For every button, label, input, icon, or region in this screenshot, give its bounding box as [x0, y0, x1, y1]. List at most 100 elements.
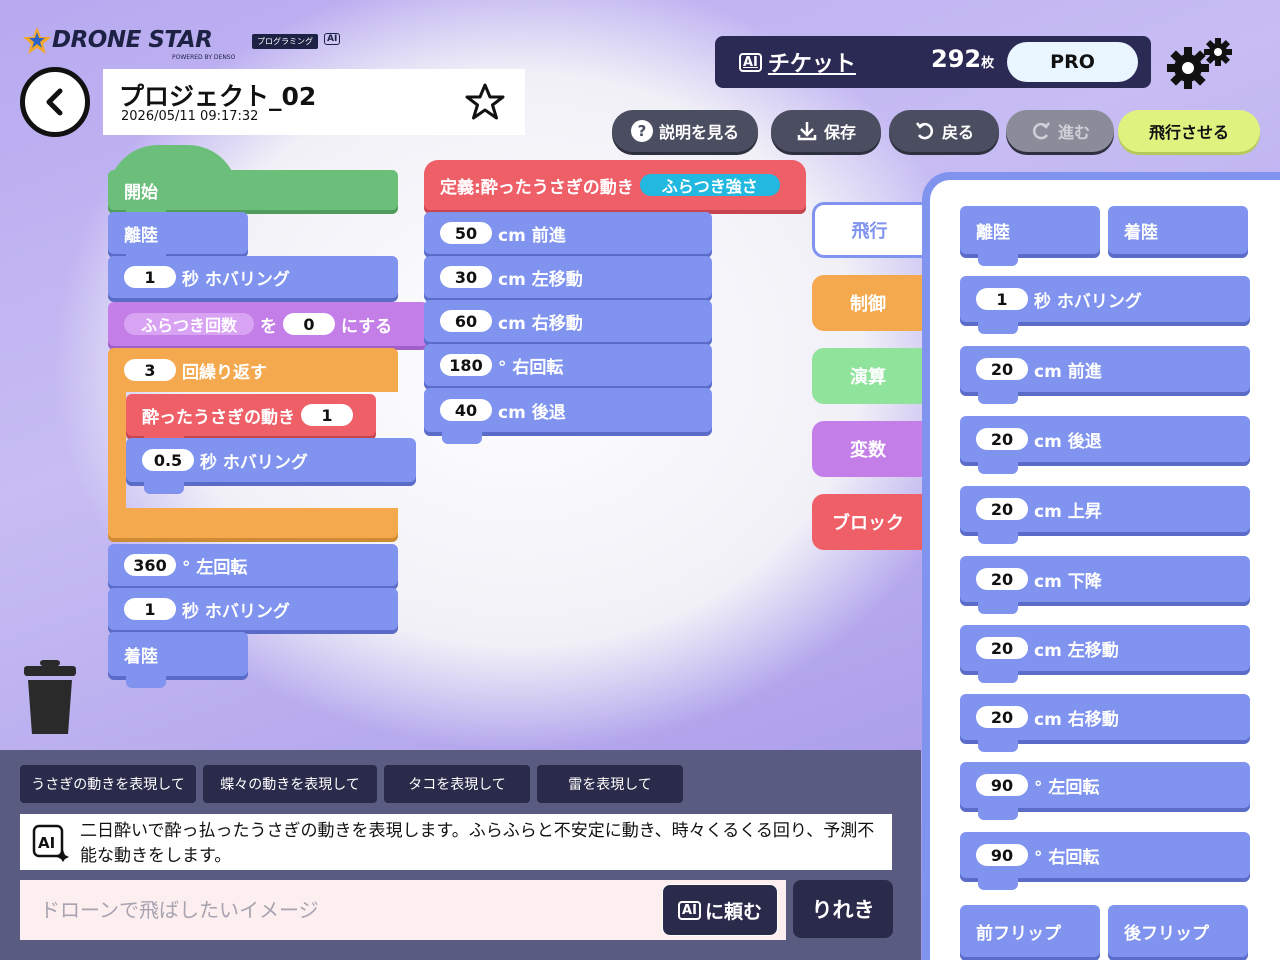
palette-value-input[interactable]: 20	[976, 428, 1028, 450]
ai-suggestion-chip[interactable]: うさぎの動きを表現して	[20, 765, 196, 803]
fly-button[interactable]: 飛行させる	[1118, 110, 1260, 152]
back-button[interactable]	[20, 67, 90, 137]
hover-2-value-input[interactable]: 1	[124, 598, 176, 620]
palette-label: cm 左移動	[1034, 640, 1119, 661]
palette-back-flip-block[interactable]: 後フリップ	[1108, 905, 1248, 957]
turn-left-block[interactable]: 360 ° 左回転	[108, 544, 398, 586]
variable-dropdown[interactable]: ふらつき回数	[124, 313, 254, 335]
turn-left-value-input[interactable]: 360	[124, 554, 176, 576]
takeoff-block[interactable]: 離陸	[108, 212, 248, 266]
takeoff-label: 離陸	[124, 225, 158, 246]
turn-left-label: ° 左回転	[182, 557, 248, 578]
category-tab-control[interactable]: 制御	[812, 275, 924, 331]
palette-value-input[interactable]: 20	[976, 358, 1028, 380]
forward-block[interactable]: 50 cm 前進	[424, 212, 712, 254]
help-button[interactable]: ? 説明を見る	[612, 110, 758, 152]
help-label: 説明を見る	[658, 123, 739, 142]
palette-down-block[interactable]: 20 cm 下降	[960, 556, 1250, 614]
land-block[interactable]: 着陸	[108, 632, 248, 688]
palette-move-left-block[interactable]: 20 cm 左移動	[960, 625, 1250, 683]
project-name[interactable]: プロジェクト_02	[119, 77, 316, 113]
palette-value-input[interactable]: 90	[976, 844, 1028, 866]
land-label: 着陸	[124, 646, 158, 667]
function-param[interactable]: ふらつき強さ	[639, 174, 780, 196]
category-tab-variables[interactable]: 変数	[812, 421, 924, 477]
hover-block[interactable]: 1 秒 ホバリング	[108, 256, 398, 298]
logo-text: DRONE STAR	[52, 27, 213, 53]
ai-suggestion-chip[interactable]: タコを表現して	[384, 765, 530, 803]
undo-button[interactable]: 戻る	[889, 110, 999, 152]
hover-block-2[interactable]: 1 秒 ホバリング	[108, 588, 398, 630]
forward-value-input[interactable]: 50	[440, 222, 492, 244]
palette-value-input[interactable]: 20	[976, 498, 1028, 520]
start-block[interactable]: 開始	[108, 170, 398, 222]
ask-ai-label: に頼む	[704, 900, 762, 923]
palette-front-flip-block[interactable]: 前フリップ	[960, 905, 1100, 957]
palette-value-input[interactable]: 90	[976, 774, 1028, 796]
turn-right-label: ° 右回転	[498, 357, 564, 378]
category-tab-flight[interactable]: 飛行	[812, 202, 924, 258]
repeat-count-input[interactable]: 3	[124, 359, 176, 381]
move-right-value-input[interactable]: 60	[440, 310, 492, 332]
hover-2-label: 秒 ホバリング	[182, 601, 290, 622]
redo-icon	[1032, 122, 1050, 140]
palette-land-label: 着陸	[1124, 222, 1158, 243]
palette-label: cm 前進	[1034, 361, 1102, 382]
palette-move-right-block[interactable]: 20 cm 右移動	[960, 694, 1250, 752]
palette-takeoff-label: 離陸	[976, 222, 1010, 243]
palette-value-input[interactable]: 20	[976, 637, 1028, 659]
ai-message-text: 二日酔いで酔っ払ったうさぎの動きを表現します。ふらふらと不安定に動き、時々くるく…	[80, 821, 875, 866]
pro-plan-button[interactable]: PRO	[1007, 42, 1138, 82]
logo-badge: プログラミング	[252, 34, 318, 49]
turn-right-block[interactable]: 180 ° 右回転	[424, 344, 712, 386]
category-tab-math[interactable]: 演算	[812, 348, 924, 404]
call-function-arg-input[interactable]: 1	[301, 404, 353, 426]
palette-turn-right-block[interactable]: 90 ° 右回転	[960, 832, 1250, 890]
backward-value-input[interactable]: 40	[440, 399, 492, 421]
palette-value-input[interactable]: 20	[976, 568, 1028, 590]
user-button[interactable]: りれき	[793, 880, 893, 938]
hover-inner-value-input[interactable]: 0.5	[142, 449, 194, 471]
prompt-input[interactable]	[20, 880, 660, 940]
category-tab-blocks[interactable]: ブロック	[812, 494, 924, 550]
palette-label: ° 左回転	[1034, 777, 1100, 798]
move-right-block[interactable]: 60 cm 右移動	[424, 300, 712, 342]
palette-up-block[interactable]: 20 cm 上昇	[960, 486, 1250, 544]
set-variable-suffix: にする	[341, 316, 393, 337]
palette-back-flip-label: 後フリップ	[1124, 923, 1209, 944]
hover-inner-block[interactable]: 0.5 秒 ホバリング	[126, 438, 416, 494]
gear-icon[interactable]	[1164, 36, 1236, 92]
set-variable-value-input[interactable]: 0	[283, 313, 335, 335]
palette-value-input[interactable]: 1	[976, 288, 1028, 310]
ai-suggestion-chip[interactable]: 雷を表現して	[537, 765, 683, 803]
move-left-label: cm 左移動	[498, 269, 583, 290]
call-function-block[interactable]: 酔ったうさぎの動き 1	[126, 394, 376, 448]
move-left-value-input[interactable]: 30	[440, 266, 492, 288]
ask-ai-button[interactable]: AI に頼む	[662, 884, 778, 936]
ai-suggestion-chip[interactable]: 蝶々の動きを表現して	[203, 765, 377, 803]
define-function-label: 定義:酔ったうさぎの動き	[440, 177, 634, 198]
ticket-count: 292枚	[931, 45, 994, 73]
svg-text:AI: AI	[38, 834, 55, 852]
palette-turn-left-block[interactable]: 90 ° 左回転	[960, 762, 1250, 820]
palette-land-block[interactable]: 着陸	[1108, 206, 1248, 254]
turn-right-value-input[interactable]: 180	[440, 354, 492, 376]
palette-hover-block[interactable]: 1 秒 ホバリング	[960, 276, 1250, 334]
trash-icon[interactable]	[22, 660, 78, 736]
redo-button[interactable]: 進む	[1006, 110, 1114, 152]
undo-icon	[915, 122, 933, 140]
palette-backward-block[interactable]: 20 cm 後退	[960, 416, 1250, 474]
palette-takeoff-block[interactable]: 離陸	[960, 206, 1100, 266]
save-button[interactable]: 保存	[771, 110, 881, 152]
palette-forward-block[interactable]: 20 cm 前進	[960, 346, 1250, 404]
ticket-link[interactable]: AI チケット	[739, 46, 856, 78]
define-function-block[interactable]: 定義:酔ったうさぎの動き ふらつき強さ	[424, 160, 806, 210]
backward-block[interactable]: 40 cm 後退	[424, 388, 712, 444]
hover-value-input[interactable]: 1	[124, 266, 176, 288]
set-variable-block[interactable]: ふらつき回数 を 0 にする	[108, 302, 428, 346]
palette-label: cm 上昇	[1034, 501, 1102, 522]
move-left-block[interactable]: 30 cm 左移動	[424, 256, 712, 298]
palette-label: cm 後退	[1034, 431, 1102, 452]
palette-value-input[interactable]: 20	[976, 706, 1028, 728]
favorite-star-icon[interactable]	[465, 82, 505, 122]
